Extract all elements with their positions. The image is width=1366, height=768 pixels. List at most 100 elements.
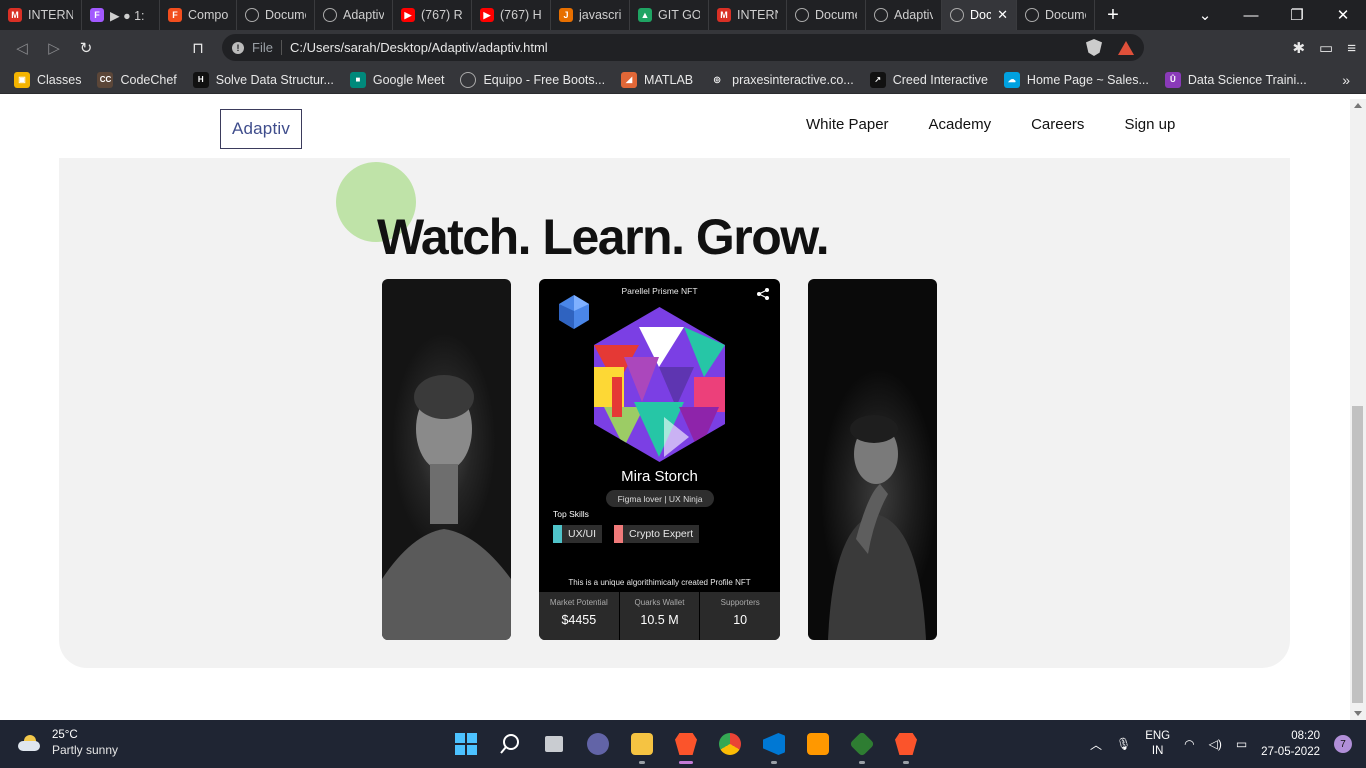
task-view-button[interactable] bbox=[538, 728, 570, 760]
bookmark-icon[interactable]: ⊓ bbox=[182, 39, 214, 57]
tab-title: Docume bbox=[265, 8, 306, 22]
weather-temp: 25°C bbox=[52, 729, 78, 741]
battery-icon[interactable]: ▭ bbox=[1236, 737, 1247, 751]
brave-icon bbox=[895, 733, 917, 755]
bookmark-item[interactable]: Equipo - Free Boots... bbox=[460, 71, 605, 88]
browser-tab[interactable]: Docume bbox=[787, 0, 866, 30]
search-button[interactable] bbox=[494, 728, 526, 760]
nav-sign-up[interactable]: Sign up bbox=[1124, 116, 1175, 133]
tab-search-icon[interactable]: ⌄ bbox=[1182, 6, 1228, 24]
browser-tab[interactable]: Adaptiv bbox=[866, 0, 942, 30]
back-icon[interactable]: ◁ bbox=[6, 39, 38, 57]
bookmark-item[interactable]: ↗ Creed Interactive bbox=[869, 71, 988, 88]
chrome-button[interactable] bbox=[714, 728, 746, 760]
teams-chat-button[interactable] bbox=[582, 728, 614, 760]
start-button[interactable] bbox=[450, 728, 482, 760]
browser-tab[interactable]: F ▶ ● 1: bbox=[82, 0, 160, 30]
browser-tab[interactable]: Docume bbox=[1017, 0, 1095, 30]
gem-icon bbox=[559, 295, 589, 329]
language-indicator[interactable]: ENG IN bbox=[1145, 729, 1170, 759]
chrome-icon bbox=[719, 733, 741, 755]
browser-tab[interactable]: ▶ (767) He bbox=[472, 0, 551, 30]
new-tab-button[interactable]: + bbox=[1095, 4, 1131, 27]
browser-tab[interactable]: M INTERN bbox=[0, 0, 82, 30]
bookmarks-bar: ▣ Classes CC CodeChef H Solve Data Structur..… bbox=[0, 66, 1366, 94]
bookmark-item[interactable]: CC CodeChef bbox=[97, 71, 177, 88]
browser-tab[interactable]: Jjavascri bbox=[551, 0, 630, 30]
browser-tab[interactable]: ▲ GIT GO bbox=[630, 0, 709, 30]
bookmark-item[interactable]: H Solve Data Structur... bbox=[192, 71, 334, 88]
site-info-icon[interactable]: ! bbox=[232, 41, 244, 54]
bookmark-item[interactable]: ◎ praxesinteractive.co... bbox=[709, 71, 854, 88]
nav-white-paper[interactable]: White Paper bbox=[806, 116, 889, 133]
browser-tab[interactable]: ▶ (767) Re bbox=[393, 0, 472, 30]
url-text[interactable]: C:/Users/sarah/Desktop/Adaptiv/adaptiv.h… bbox=[290, 40, 548, 55]
notification-badge[interactable]: 7 bbox=[1334, 735, 1352, 753]
scroll-up-icon[interactable] bbox=[1354, 103, 1362, 108]
bookmarks-overflow-icon[interactable]: » bbox=[1342, 72, 1350, 88]
volume-icon[interactable]: ◁) bbox=[1209, 737, 1222, 751]
bookmark-item[interactable]: ■ Google Meet bbox=[349, 71, 444, 88]
gmail-icon: M bbox=[717, 8, 731, 22]
browser-tab[interactable]: M INTERN bbox=[709, 0, 787, 30]
weather-widget[interactable]: 25°C Partly sunny bbox=[18, 729, 118, 757]
nft-profile-card[interactable]: Parellel Prisme NFT Mira Storch Figma lo… bbox=[539, 279, 780, 640]
tray-overflow-icon[interactable]: ︿ bbox=[1090, 736, 1102, 753]
browser-tab[interactable]: Doc ✕ bbox=[942, 0, 1017, 30]
tab-title: (767) Re bbox=[421, 8, 463, 22]
sublime-button[interactable] bbox=[802, 728, 834, 760]
vscode-button[interactable] bbox=[758, 728, 790, 764]
wifi-icon[interactable]: ◠ bbox=[1184, 737, 1194, 751]
stat-value: $4455 bbox=[561, 613, 597, 627]
clock[interactable]: 08:20 27-05-2022 bbox=[1261, 728, 1320, 760]
scrollbar-thumb[interactable] bbox=[1352, 406, 1363, 703]
reload-icon[interactable]: ↻ bbox=[70, 39, 102, 57]
share-icon[interactable] bbox=[756, 287, 770, 301]
clock-date: 27-05-2022 bbox=[1261, 746, 1320, 758]
tab-title: (767) He bbox=[500, 8, 542, 22]
skill-chip-uxui: UX/UI bbox=[553, 525, 603, 543]
file-explorer-button[interactable] bbox=[626, 728, 658, 764]
portrait-photo-woman bbox=[382, 279, 511, 640]
clock-time: 08:20 bbox=[1291, 730, 1320, 742]
nft-description: This is a unique algorithimically create… bbox=[568, 578, 751, 587]
nav-academy[interactable]: Academy bbox=[929, 116, 992, 133]
microphone-icon[interactable]: 🎙 bbox=[1116, 737, 1131, 751]
url-scheme: File bbox=[252, 40, 282, 55]
browser-tab[interactable]: Docume bbox=[237, 0, 315, 30]
drive-icon: ▲ bbox=[638, 8, 652, 22]
page-scrollbar[interactable] bbox=[1350, 99, 1366, 720]
figma-taskbar-button[interactable] bbox=[846, 728, 878, 764]
bookmark-item[interactable]: ◢ MATLAB bbox=[621, 71, 693, 88]
windows-taskbar: 25°C Partly sunny ︿ 🎙 ENG IN ◠ ◁) ▭ 08:2… bbox=[0, 720, 1366, 768]
classroom-icon: ▣ bbox=[14, 71, 30, 88]
page-viewport: Adaptiv White Paper Academy Careers Sign… bbox=[0, 99, 1350, 720]
browser-tab[interactable]: F Compo bbox=[160, 0, 237, 30]
wallet-icon[interactable]: ▭ bbox=[1319, 39, 1333, 57]
forward-icon[interactable]: ▷ bbox=[38, 39, 70, 57]
extensions-icon[interactable]: ✱ bbox=[1292, 39, 1305, 57]
tab-list: M INTERN F ▶ ● 1: F Compo Docume Adaptiv ▶ (767) … bbox=[0, 0, 1095, 30]
bookmark-item[interactable]: ▣ Classes bbox=[14, 71, 81, 88]
brave-browser-button[interactable] bbox=[670, 728, 702, 764]
bookmark-item[interactable]: Û Data Science Traini... bbox=[1164, 71, 1307, 88]
youtube-icon: ▶ bbox=[401, 8, 415, 22]
brave-second-button[interactable] bbox=[890, 728, 922, 764]
scroll-down-icon[interactable] bbox=[1354, 711, 1362, 716]
close-tab-icon[interactable]: ✕ bbox=[997, 7, 1008, 23]
restore-icon[interactable]: ❐ bbox=[1274, 6, 1320, 24]
globe-icon bbox=[795, 8, 809, 22]
close-window-icon[interactable]: ✕ bbox=[1320, 6, 1366, 24]
address-bar[interactable]: ! File C:/Users/sarah/Desktop/Adaptiv/ad… bbox=[222, 34, 1144, 61]
minimize-icon[interactable]: — bbox=[1228, 7, 1274, 24]
bookmark-item[interactable]: ☁ Home Page ~ Sales... bbox=[1003, 71, 1149, 88]
menu-icon[interactable]: ≡ bbox=[1347, 40, 1356, 57]
globe-icon bbox=[460, 71, 477, 88]
brave-rewards-icon[interactable] bbox=[1118, 41, 1134, 55]
nav-careers[interactable]: Careers bbox=[1031, 116, 1084, 133]
java-icon: J bbox=[559, 8, 573, 22]
browser-tab[interactable]: Adaptiv bbox=[315, 0, 393, 30]
site-logo[interactable]: Adaptiv bbox=[220, 109, 302, 149]
nft-owner-name: Mira Storch bbox=[621, 468, 698, 485]
tab-title: INTERN bbox=[28, 8, 73, 22]
